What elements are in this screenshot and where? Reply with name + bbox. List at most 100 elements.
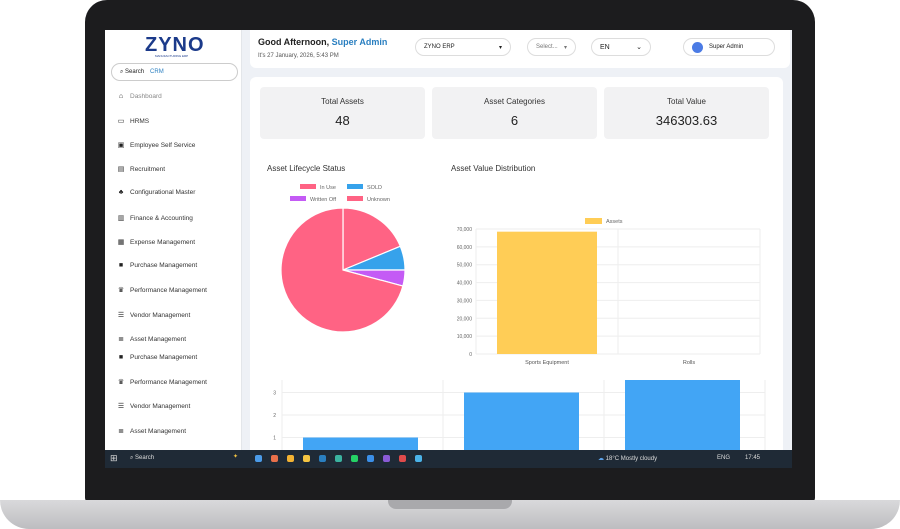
- sidebar-item-label: Employee Self Service: [130, 141, 196, 149]
- sidebar-item-label: Finance & Accounting: [130, 214, 193, 222]
- money-icon: ■: [118, 354, 124, 361]
- sidebar-item-label: Asset Management: [130, 427, 187, 435]
- y-tick-label: 70,000: [457, 227, 473, 233]
- taskbar-search[interactable]: ⌕ Search: [130, 455, 154, 462]
- windows-start-icon[interactable]: ⊞: [110, 453, 118, 464]
- taskbar-app-icon[interactable]: [367, 455, 374, 462]
- home-icon: ⌂: [118, 93, 124, 100]
- dashboard-content: Total Assets 48 Asset Categories 6 Total V…: [250, 77, 783, 457]
- bar: [464, 392, 579, 457]
- search-input[interactable]: ⌕ Search CRM: [111, 63, 238, 81]
- sidebar-item[interactable]: ■ Purchase Management: [117, 354, 197, 361]
- y-tick-label: 40,000: [457, 281, 473, 287]
- legend-label: In Use: [320, 185, 336, 191]
- y-tick-label: 2: [273, 413, 276, 419]
- charts: In Use SOLD Written Off Unknown 0 10,000 20,00…: [273, 184, 766, 457]
- caret-down-icon: ▾: [498, 44, 502, 51]
- taskbar-app-icon[interactable]: [351, 455, 358, 462]
- sidebar-item[interactable]: ≣ Asset Management: [117, 335, 187, 344]
- users-gear-icon: ♣: [118, 189, 124, 196]
- legend-label: Written Off: [310, 197, 337, 203]
- laptop-icon: ▭: [117, 118, 125, 125]
- sidebar-item[interactable]: ☰ Vendor Management: [117, 402, 191, 411]
- avatar: [692, 41, 703, 53]
- sidebar-item[interactable]: ▣ Employee Self Service: [117, 141, 196, 150]
- taskbar-app-icon[interactable]: [255, 455, 262, 462]
- server-icon: ≣: [118, 428, 124, 435]
- y-tick-label: 50,000: [457, 263, 473, 269]
- sidebar-item-label: Asset Management: [130, 335, 187, 343]
- sidebar-item[interactable]: ▤ Recruitment: [117, 165, 166, 174]
- profile-button[interactable]: Super Admin: [683, 38, 775, 56]
- x-tick-label: Sports Equipment: [525, 360, 569, 366]
- screen: ZYNO MANUFACTURING ERP ⌕ Search CRM ⌂ Dash…: [105, 30, 792, 468]
- sidebar-item-label: Dashboard: [130, 93, 162, 100]
- bar: [625, 380, 740, 457]
- legend-swatch: [300, 184, 316, 189]
- money-icon: ■: [118, 262, 124, 269]
- sidebar-item[interactable]: ♛ Performance Management: [117, 378, 207, 387]
- taskbar-app-icon[interactable]: [383, 455, 390, 462]
- sidebar-item-label: HRMS: [130, 117, 150, 125]
- legend-swatch: [347, 196, 363, 201]
- branch-select[interactable]: Select... ▾: [527, 38, 576, 56]
- language-select[interactable]: EN ⌄: [591, 38, 651, 56]
- trophy-icon: ♛: [117, 379, 125, 386]
- sidebar: ZYNO MANUFACTURING ERP ⌕ Search CRM ⌂ Dash…: [105, 30, 242, 450]
- user-desk-icon: ▣: [117, 142, 125, 149]
- receipt-icon: ▦: [117, 239, 125, 246]
- trophy-icon: ♛: [117, 287, 125, 294]
- search-label: Search: [125, 69, 145, 75]
- sidebar-item-label: Recruitment: [130, 165, 166, 173]
- laptop-notch: [388, 500, 512, 509]
- y-tick-label: 10,000: [457, 334, 473, 340]
- legend-swatch: [347, 184, 363, 189]
- sidebar-item-label: Performance Management: [130, 378, 207, 386]
- taskbar-app-icon[interactable]: [399, 455, 406, 462]
- legend-label: SOLD: [367, 185, 382, 191]
- sidebar-item[interactable]: ▭ HRMS: [117, 117, 150, 126]
- greeting: Good Afternoon, Super Admin: [258, 37, 388, 47]
- search-tag: CRM: [150, 69, 164, 75]
- bar: [497, 231, 597, 354]
- list-icon: ☰: [117, 403, 125, 410]
- y-tick-label: 20,000: [457, 316, 473, 322]
- company-select[interactable]: ZYNO ERP ▾: [415, 38, 511, 56]
- taskbar: ⊞ ⌕ Search ✦ ☁ 18°C Mostly cloudy ENG 17…: [105, 450, 792, 468]
- sidebar-item[interactable]: ▥ Finance & Accounting: [117, 214, 193, 223]
- clock[interactable]: 17:45: [745, 455, 760, 461]
- sidebar-item[interactable]: ■ Purchase Management: [117, 262, 197, 269]
- y-tick-label: 30,000: [457, 298, 473, 304]
- language-indicator[interactable]: ENG: [717, 455, 730, 461]
- y-tick-label: 0: [469, 352, 472, 358]
- taskbar-app-icon[interactable]: [319, 455, 326, 462]
- legend-label: Assets: [606, 219, 623, 225]
- sidebar-item[interactable]: ♣ Configurational Master: [117, 189, 196, 196]
- weather[interactable]: ☁ 18°C Mostly cloudy: [598, 455, 657, 462]
- sidebar-item[interactable]: ♛ Performance Management: [117, 286, 207, 295]
- sidebar-item[interactable]: ☰ Vendor Management: [117, 311, 191, 320]
- chart-icon: ▥: [117, 215, 125, 222]
- logo-subtitle: MANUFACTURING ERP: [155, 54, 189, 58]
- taskbar-app-icon[interactable]: [335, 455, 342, 462]
- sidebar-item-label: Purchase Management: [130, 354, 198, 361]
- sidebar-item-label: Purchase Management: [130, 262, 198, 269]
- taskbar-app-icon[interactable]: [271, 455, 278, 462]
- taskbar-app-icon[interactable]: [287, 455, 294, 462]
- y-tick-label: 3: [273, 391, 276, 397]
- copilot-icon[interactable]: ✦: [233, 453, 238, 460]
- taskbar-app-icon[interactable]: [415, 455, 422, 462]
- list-icon: ☰: [117, 312, 125, 319]
- legend-label: Unknown: [367, 197, 390, 203]
- sidebar-item[interactable]: ⌂ Dashboard: [117, 93, 162, 100]
- header: Good Afternoon, Super Admin It's 27 Janu…: [250, 30, 790, 68]
- y-tick-label: 60,000: [457, 245, 473, 251]
- sidebar-item-label: Expense Management: [130, 238, 196, 246]
- taskbar-app-icon[interactable]: [303, 455, 310, 462]
- sidebar-item-label: Configurational Master: [130, 189, 196, 196]
- chevron-down-icon: ⌄: [636, 44, 642, 51]
- document-icon: ▤: [117, 166, 125, 173]
- sidebar-item[interactable]: ≣ Asset Management: [117, 427, 187, 436]
- sidebar-item[interactable]: ▦ Expense Management: [117, 238, 196, 247]
- caret-down-icon: ▾: [563, 44, 567, 51]
